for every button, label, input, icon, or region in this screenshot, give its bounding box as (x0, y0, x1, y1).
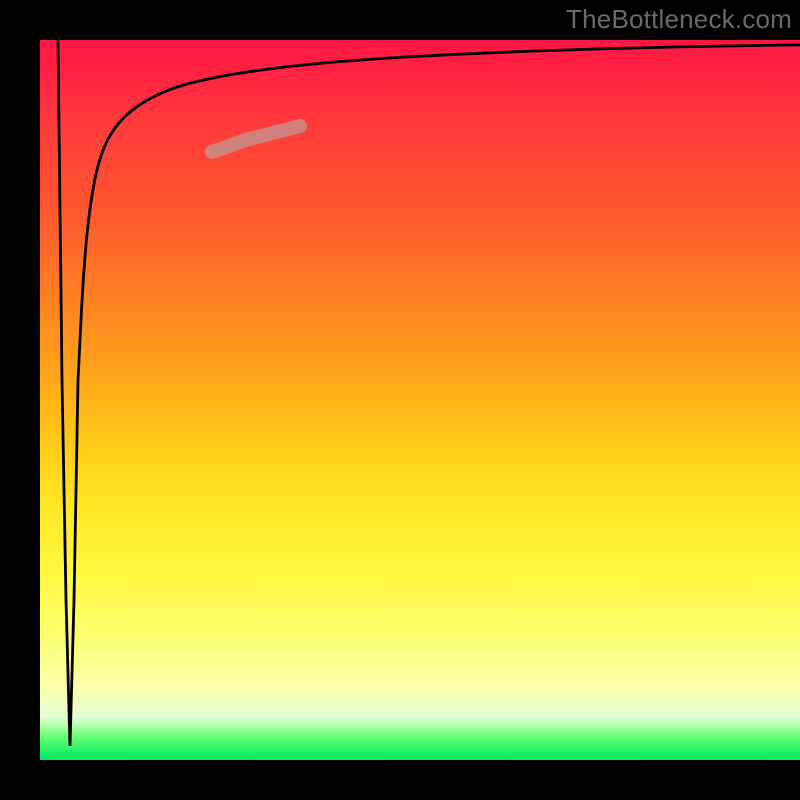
chart-frame: TheBottleneck.com (0, 0, 800, 800)
spike-line (58, 40, 78, 746)
highlight-segment (212, 126, 300, 152)
chart-svg (40, 40, 800, 760)
watermark-label: TheBottleneck.com (566, 4, 792, 35)
saturating-curve-line (78, 45, 800, 380)
